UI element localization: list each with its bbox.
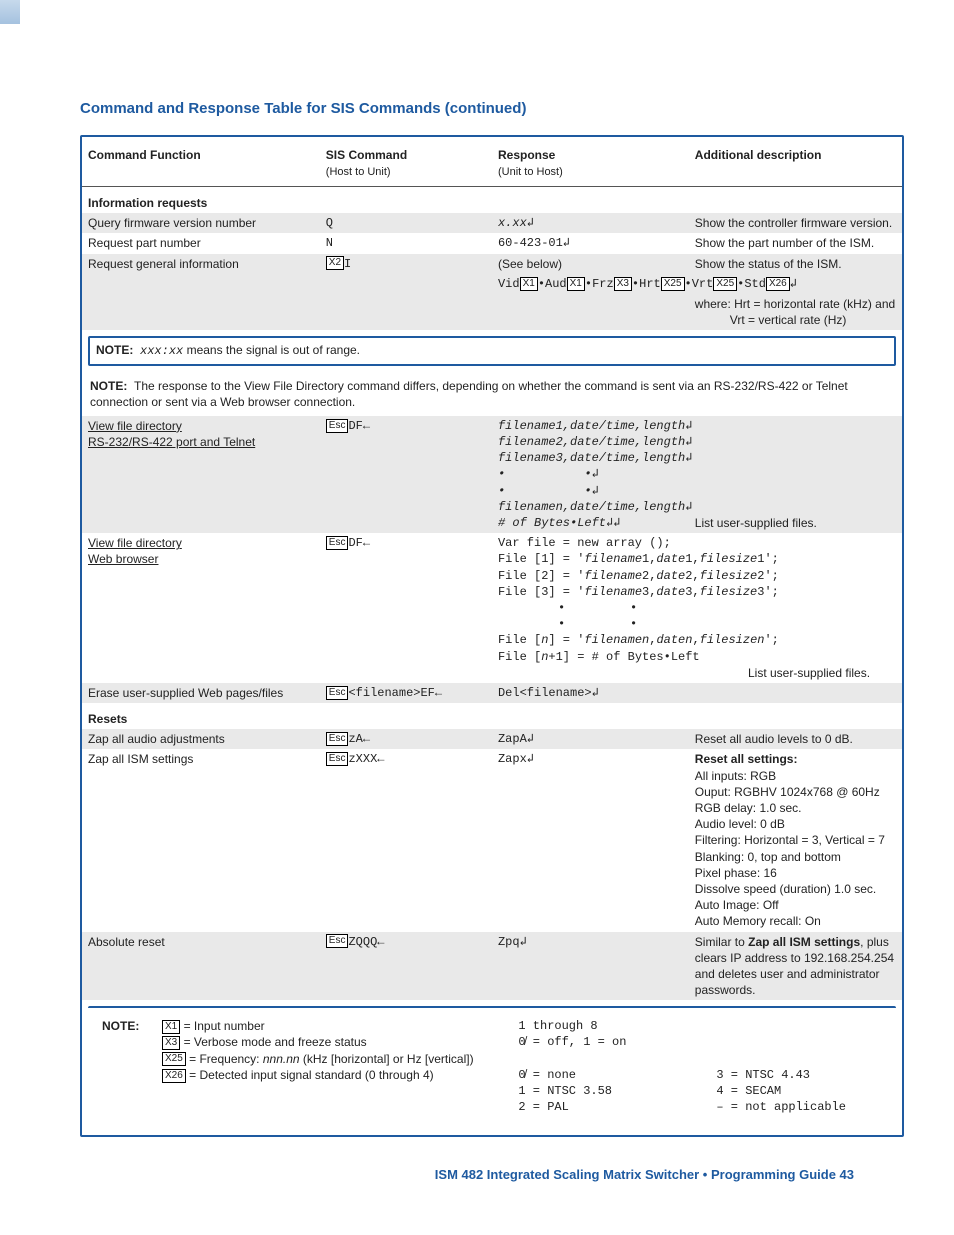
row-zai-c: EsczXXX← [320,749,492,931]
row-rgi-d: Show the status of the ISM. [689,254,902,274]
row-rgi-r: (See below) [492,254,689,274]
row-vfd2-f: View file directoryWeb browser [82,533,320,683]
table-header: Command Function SIS Command(Host to Uni… [82,137,902,187]
row-rpn-d: Show the part number of the ISM. [689,233,902,253]
command-table: Command Function SIS Command(Host to Uni… [82,137,902,1135]
section-resets: Resets [82,703,320,729]
row-vfd2-r: Var file = new array (); File [1] = 'fil… [492,533,902,683]
row-zaa-f: Zap all audio adjustments [82,729,320,749]
row-rgi-f: Request general information [82,254,320,274]
note-legend: NOTE: X1 = Input number X3 = Verbose mod… [88,1006,896,1129]
row-qfw-c: Q [320,213,492,233]
row-vfd2-c: EscDF← [320,533,492,683]
row-abs-r: Zpq↲ [492,932,689,1001]
note-range: NOTE: xxx:xx xxx:xx means the signal is … [88,336,896,365]
row-zaa-d: Reset all audio levels to 0 dB. [689,729,902,749]
row-zaa-c: EsczA← [320,729,492,749]
row-qfw-r: x.xx↲ [492,213,689,233]
header-decoration [0,0,20,24]
row-qfw-d: Show the controller firmware version. [689,213,902,233]
note-vfd: NOTE: The response to the View File Dire… [82,372,902,416]
row-vfd1-d: List user-supplied files. [689,416,902,533]
row-vfd1-r: filename1,date/time,length↲ filename2,da… [492,416,689,533]
section-info: Information requests [82,187,320,213]
col-desc: Additional description [689,137,902,187]
row-abs-d: Similar to Zap all ISM settings, plus cl… [689,932,902,1001]
row-abs-c: EscZQQQ← [320,932,492,1001]
row-rpn-f: Request part number [82,233,320,253]
row-vfd1-f: View file directoryRS-232/RS-422 port an… [82,416,320,533]
section-title: Command and Response Table for SIS Comma… [80,100,904,117]
row-rgi-c: X2I [320,254,492,274]
row-zai-f: Zap all ISM settings [82,749,320,931]
row-rpn-r: 60-423-01↲ [492,233,689,253]
row-erase-c: Esc<filename>EF← [320,683,492,703]
row-erase-f: Erase user-supplied Web pages/files [82,683,320,703]
row-abs-f: Absolute reset [82,932,320,1001]
command-table-frame: Command Function SIS Command(Host to Uni… [80,135,904,1137]
col-response: Response(Unit to Host) [492,137,689,187]
col-sis: SIS Command(Host to Unit) [320,137,492,187]
row-zai-d: Reset all settings: All inputs: RGB Oupu… [689,749,902,931]
row-rgi-where: where: Hrt = horizontal rate (kHz) andVr… [689,294,902,330]
row-rgi-status: VidX1•AudX1•FrzX3•HrtX25•VrtX25•StdX26↲ [492,274,902,294]
col-function: Command Function [82,137,320,187]
row-erase-r: Del<filename>↲ [492,683,689,703]
page-footer: ISM 482 Integrated Scaling Matrix Switch… [50,1167,854,1182]
row-vfd1-c: EscDF← [320,416,492,533]
page-content: Command and Response Table for SIS Comma… [0,0,954,1222]
row-qfw-f: Query firmware version number [82,213,320,233]
row-rpn-c: N [320,233,492,253]
row-zai-r: Zapx↲ [492,749,689,931]
row-zaa-r: ZapA↲ [492,729,689,749]
